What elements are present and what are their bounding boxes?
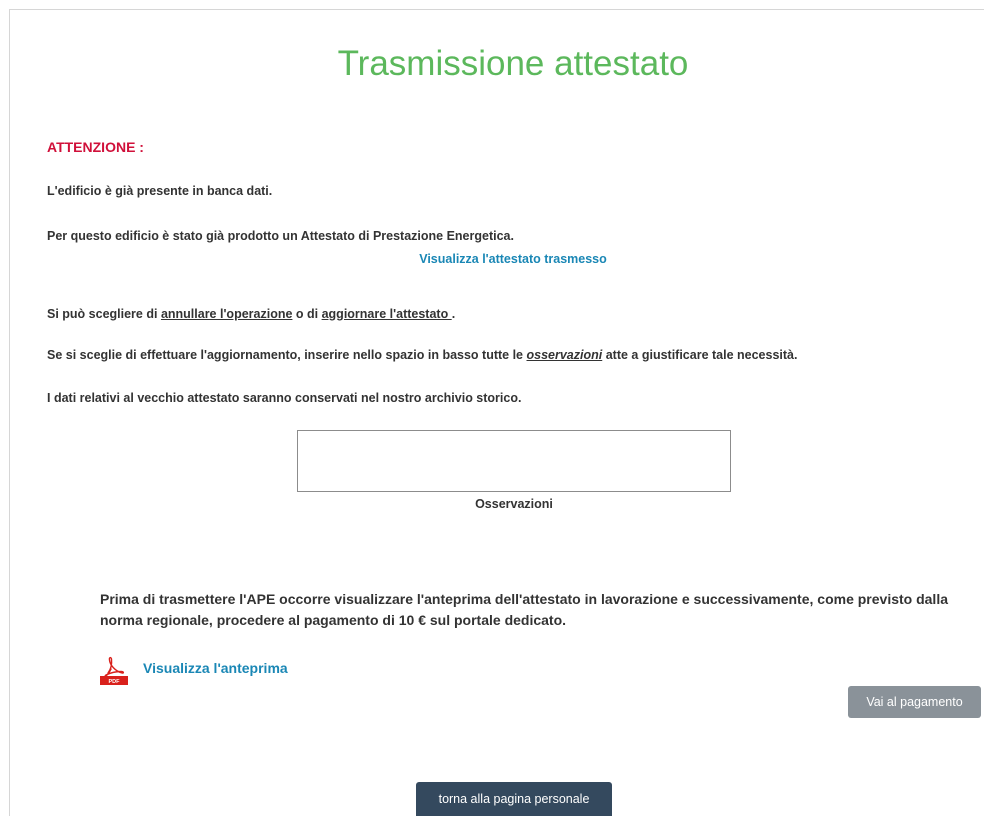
- update-prefix: Se si sceglie di effettuare l'aggiorname…: [47, 348, 527, 362]
- go-to-payment-button[interactable]: Vai al pagamento: [848, 686, 981, 718]
- attention-label: ATTENZIONE :: [47, 139, 144, 155]
- certificate-exists-text: Per questo edificio è stato già prodotto…: [47, 229, 514, 243]
- payment-notice: Prima di trasmettere l'APE occorre visua…: [100, 591, 948, 628]
- observations-label: Osservazioni: [475, 497, 553, 511]
- update-suffix: atte a giustificare tale necessità.: [602, 348, 798, 362]
- observations-textarea[interactable]: [297, 430, 731, 492]
- update-instructions-text: Se si sceglie di effettuare l'aggiorname…: [47, 348, 797, 362]
- observations-emphasis: osservazioni: [526, 348, 603, 362]
- page-frame: [9, 9, 984, 816]
- building-exists-text: L'edificio è già presente in banca dati.: [47, 184, 273, 198]
- svg-text:PDF: PDF: [109, 679, 121, 685]
- view-transmitted-certificate-link[interactable]: Visualizza l'attestato trasmesso: [0, 252, 984, 266]
- choice-middle: o di: [292, 307, 322, 321]
- pdf-icon[interactable]: PDF: [99, 656, 129, 686]
- archive-note-text: I dati relativi al vecchio attestato sar…: [47, 391, 522, 405]
- choice-suffix: .: [451, 307, 456, 321]
- choice-text: Si può scegliere di annullare l'operazio…: [47, 307, 455, 321]
- choice-prefix: Si può scegliere di: [47, 307, 161, 321]
- page-title: Trasmissione attestato: [337, 44, 689, 83]
- preview-link[interactable]: Visualizza l'anteprima: [143, 660, 288, 676]
- back-to-personal-page-button[interactable]: torna alla pagina personale: [416, 782, 612, 816]
- cancel-operation-link[interactable]: annullare l'operazione: [161, 307, 292, 321]
- update-certificate-link[interactable]: aggiornare l'attestato: [322, 307, 452, 321]
